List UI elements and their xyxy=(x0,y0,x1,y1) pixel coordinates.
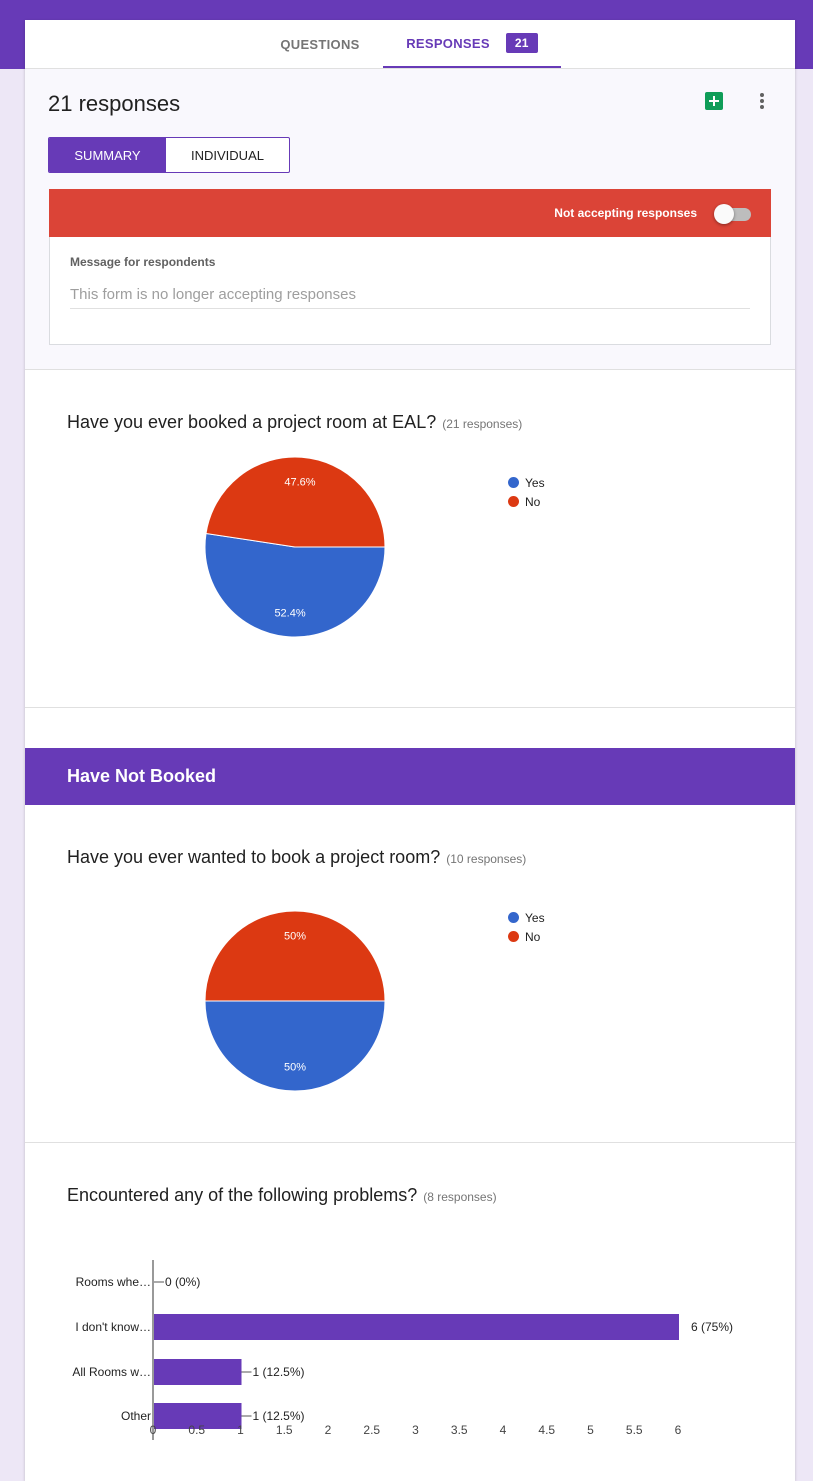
question-title-3: Encountered any of the following problem… xyxy=(67,1185,497,1206)
question-text: Have you ever wanted to book a project r… xyxy=(67,847,441,867)
x-tick-label: 1.5 xyxy=(276,1423,293,1437)
more-vert-icon[interactable] xyxy=(752,91,772,111)
pie-slice-yes xyxy=(204,532,386,638)
summary-panel: 21 responses SUMMARY INDIVIDUAL Not acce… xyxy=(25,69,795,369)
legend-2: Yes No xyxy=(508,908,545,946)
question-title-2: Have you ever wanted to book a project r… xyxy=(67,847,526,868)
sheets-icon-glyph xyxy=(709,96,719,106)
question-text: Encountered any of the following problem… xyxy=(67,1185,418,1205)
legend-1: Yes No xyxy=(508,473,545,511)
x-tick-label: 5 xyxy=(587,1423,594,1437)
question-text: Have you ever booked a project room at E… xyxy=(67,412,437,432)
tab-questions[interactable]: QUESTIONS xyxy=(260,20,380,68)
section-header: Have Not Booked xyxy=(25,748,795,805)
x-tick-label: 3.5 xyxy=(451,1423,468,1437)
category-label: All Rooms w… xyxy=(72,1365,151,1379)
category-label: Rooms whe… xyxy=(76,1275,151,1289)
form-card: QUESTIONS RESPONSES 21 21 responses SUMM… xyxy=(25,20,795,1481)
response-count: (21 responses) xyxy=(442,417,523,431)
tab-responses[interactable]: RESPONSES 21 xyxy=(383,20,561,68)
message-box: Message for respondents xyxy=(49,237,771,345)
pie-slice-no xyxy=(205,456,386,548)
x-tick-label: 0 xyxy=(150,1423,157,1437)
individual-button[interactable]: INDIVIDUAL xyxy=(166,138,289,172)
pie-label: 50% xyxy=(284,930,306,942)
pie-slice-no xyxy=(204,910,386,1002)
more-vert-glyph xyxy=(760,93,764,109)
divider xyxy=(25,369,795,370)
pie-label: 47.6% xyxy=(284,476,315,488)
data-label: 1 (12.5%) xyxy=(253,1365,305,1379)
data-label: 1 (12.5%) xyxy=(253,1409,305,1423)
message-label: Message for respondents xyxy=(70,255,216,269)
sheets-icon[interactable] xyxy=(705,92,723,110)
accepting-label: Not accepting responses xyxy=(554,206,697,220)
legend-label: Yes xyxy=(525,910,545,925)
legend-swatch xyxy=(508,477,519,488)
pie-label: 52.4% xyxy=(274,608,305,620)
x-tick-label: 1 xyxy=(237,1423,244,1437)
tab-questions-label: QUESTIONS xyxy=(280,36,360,52)
legend-swatch xyxy=(508,912,519,923)
x-tick-label: 2 xyxy=(325,1423,332,1437)
accepting-banner: Not accepting responses xyxy=(49,189,771,237)
legend-label: Yes xyxy=(525,475,545,490)
category-label: I don't know… xyxy=(75,1320,151,1334)
legend-label: No xyxy=(525,494,541,509)
summary-button[interactable]: SUMMARY xyxy=(49,138,166,172)
response-count: (8 responses) xyxy=(423,1190,497,1204)
tab-responses-label: RESPONSES xyxy=(406,35,490,51)
view-toggle: SUMMARY INDIVIDUAL xyxy=(48,137,290,173)
response-count: (10 responses) xyxy=(446,852,527,866)
legend-swatch xyxy=(508,496,519,507)
page-title: 21 responses xyxy=(48,91,181,116)
pie-chart-2: 50% 50% xyxy=(204,910,386,1092)
x-tick-label: 2.5 xyxy=(363,1423,380,1437)
divider xyxy=(25,1142,795,1143)
responses-count-badge: 21 xyxy=(505,33,538,53)
data-label: 6 (75%) xyxy=(691,1320,733,1334)
x-tick-label: 5.5 xyxy=(626,1423,643,1437)
legend-item-yes: Yes xyxy=(508,908,545,927)
section-title: Have Not Booked xyxy=(67,766,217,786)
accepting-switch[interactable] xyxy=(714,204,734,224)
legend-label: No xyxy=(525,929,541,944)
pie-label: 50% xyxy=(284,1062,306,1074)
legend-swatch xyxy=(508,931,519,942)
pie-chart-1: 52.4% 47.6% xyxy=(204,456,386,638)
legend-item-no: No xyxy=(508,492,545,511)
data-label: 0 (0%) xyxy=(165,1275,200,1289)
x-tick-label: 4 xyxy=(500,1423,507,1437)
x-tick-label: 3 xyxy=(412,1423,419,1437)
bar xyxy=(154,1314,679,1340)
bar-chart-3: Rooms whe… 0 (0%) I don't know… 6 (75%) All … xyxy=(72,1260,733,1440)
x-tick-label: 0.5 xyxy=(188,1423,205,1437)
message-input[interactable] xyxy=(70,281,750,309)
x-tick-label: 4.5 xyxy=(538,1423,555,1437)
divider xyxy=(25,707,795,708)
question-title-1: Have you ever booked a project room at E… xyxy=(67,412,522,433)
bar xyxy=(154,1359,242,1385)
legend-item-yes: Yes xyxy=(508,473,545,492)
pie-slice-yes xyxy=(204,1000,386,1092)
legend-item-no: No xyxy=(508,927,545,946)
category-label: Other xyxy=(121,1409,151,1423)
x-tick-label: 6 xyxy=(675,1423,682,1437)
